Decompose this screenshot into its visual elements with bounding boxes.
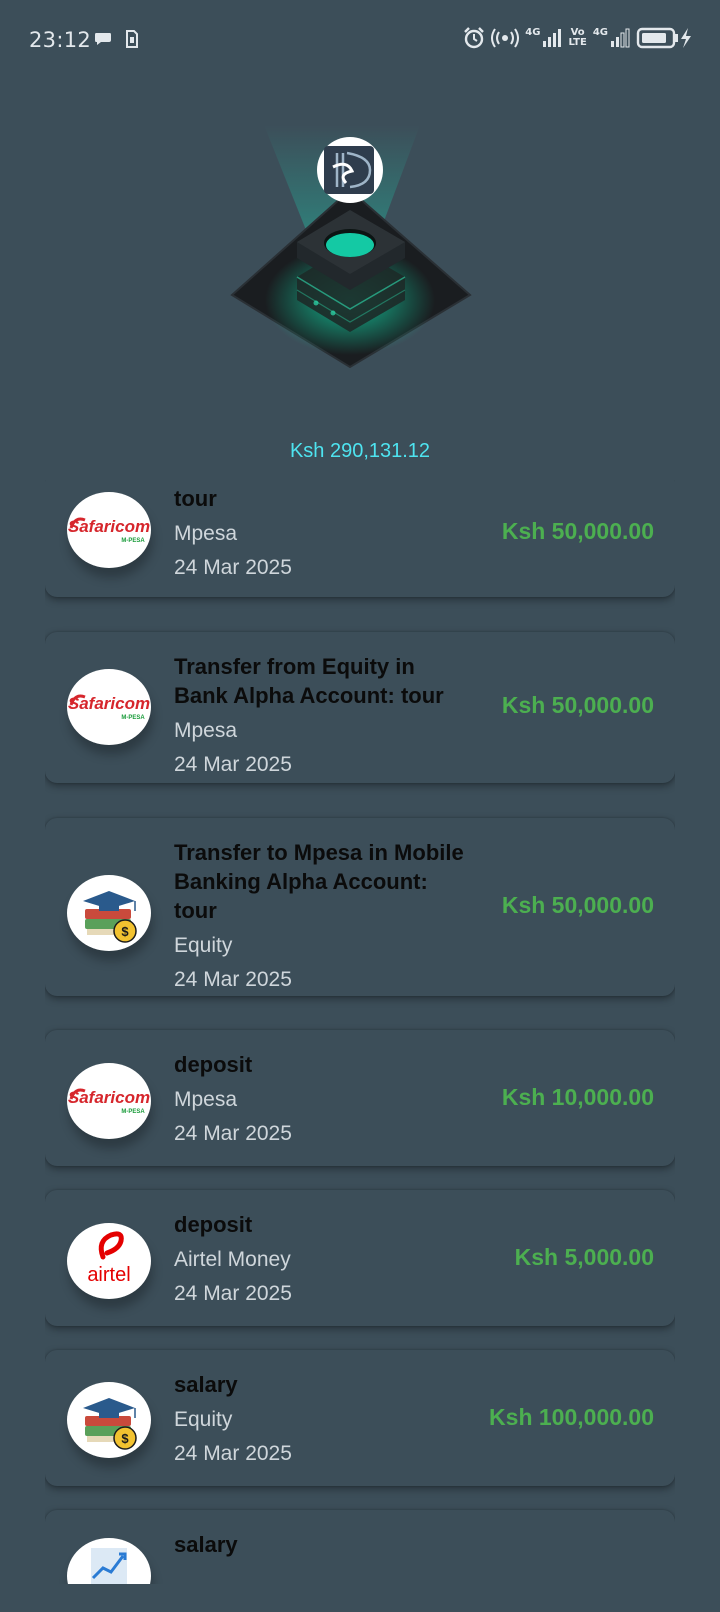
transaction-list[interactable]: Safaricom M-PESA tour Mpesa 24 Mar 2025 … [45,480,675,1584]
transaction-card[interactable]: $ salary Equity 24 Mar 2025 Ksh 100,000.… [45,1350,675,1486]
transaction-provider: Airtel Money [174,1248,291,1271]
transaction-date: 24 Mar 2025 [174,968,292,991]
investment-chart-logo [67,1538,151,1584]
svg-text:$: $ [121,924,129,939]
sim-card-icon [126,30,138,48]
transaction-card[interactable]: airtel deposit Airtel Money 24 Mar 2025 … [45,1190,675,1326]
svg-text:Safaricom: Safaricom [68,694,150,713]
transaction-date: 24 Mar 2025 [174,556,292,579]
equity-logo: $ [67,1382,151,1458]
volte-icon: Vo LTE [568,28,586,48]
transaction-date: 24 Mar 2025 [174,753,292,776]
transaction-amount: Ksh 50,000.00 [501,692,654,718]
svg-text:airtel: airtel [87,1264,130,1286]
transaction-title: Transfer from Equity in Bank Alpha Accou… [174,654,444,708]
svg-text:M-PESA: M-PESA [121,1109,145,1115]
transaction-card[interactable]: salary [45,1510,675,1584]
transaction-provider: Equity [174,934,233,957]
transaction-title: tour [174,486,217,511]
transaction-amount: Ksh 10,000.00 [501,1084,654,1110]
transaction-title: deposit [174,1052,253,1077]
svg-text:M-PESA: M-PESA [121,538,145,544]
transaction-card[interactable]: $ Transfer to Mpesa in Mobile Banking Al… [45,818,675,996]
transaction-title: deposit [174,1212,253,1237]
volte-label-bottom: LTE [568,37,587,48]
alarm-icon [464,27,485,49]
transaction-provider: Mpesa [174,1088,238,1111]
transaction-date: 24 Mar 2025 [174,1282,292,1305]
status-bar: 23:12 4G Vo LTE 4G [0,0,720,80]
transaction-amount: Ksh 5,000.00 [514,1244,654,1270]
transaction-title: Transfer to Mpesa in Mobile Banking Alph… [174,840,464,923]
svg-text:Safaricom: Safaricom [68,1088,150,1107]
safaricom-logo: Safaricom M-PESA [67,669,151,745]
transaction-card[interactable]: Safaricom M-PESA tour Mpesa 24 Mar 2025 … [45,480,675,597]
svg-text:Safaricom: Safaricom [68,517,150,536]
signal-4g-icon-2: 4G [593,28,630,48]
signal2-label: 4G [592,27,608,38]
total-balance: Ksh 290,131.12 [289,440,431,462]
status-time: 23:12 [29,28,92,52]
transaction-card[interactable]: Safaricom M-PESA Transfer from Equity in… [45,632,675,783]
transaction-title: salary [174,1372,238,1397]
transaction-date: 24 Mar 2025 [174,1122,292,1145]
transaction-provider: Mpesa [174,719,238,742]
transaction-amount: Ksh 100,000.00 [489,1404,654,1430]
transaction-provider: Mpesa [174,522,238,545]
transaction-card[interactable]: Safaricom M-PESA deposit Mpesa 24 Mar 20… [45,1030,675,1166]
transaction-title: salary [174,1532,238,1557]
airtel-logo: airtel [67,1223,151,1299]
equity-logo: $ [67,875,151,951]
safaricom-logo: Safaricom M-PESA [67,1063,151,1139]
hotspot-icon [491,28,520,48]
signal1-label: 4G [525,27,541,38]
transaction-provider: Equity [174,1408,233,1431]
transaction-amount: Ksh 50,000.00 [501,892,654,918]
safaricom-logo: Safaricom M-PESA [67,492,151,568]
signal-4g-icon: 4G [525,28,562,48]
battery-charging-icon [636,27,691,49]
transaction-amount: Ksh 50,000.00 [501,518,654,544]
transaction-date: 24 Mar 2025 [174,1442,292,1465]
chat-bubble-icon [95,33,111,45]
hero-illustration [230,125,472,369]
svg-text:$: $ [121,1431,129,1446]
svg-text:M-PESA: M-PESA [121,715,145,721]
